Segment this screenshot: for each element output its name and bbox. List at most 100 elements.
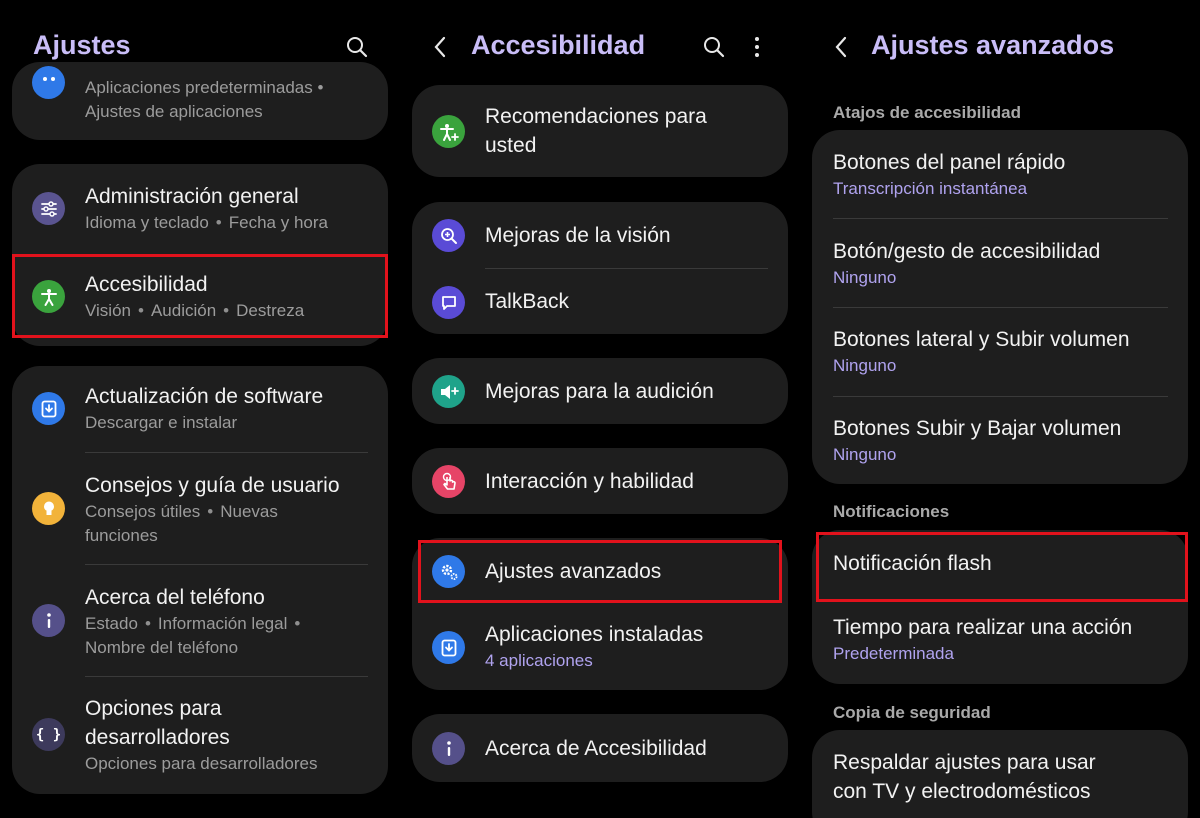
back-button[interactable] (824, 30, 858, 64)
software-update-item[interactable]: Actualización de software Descargar e in… (12, 366, 388, 452)
interaction-item[interactable]: Interacción y habilidad (412, 448, 788, 514)
advanced-settings-panel: Ajustes avanzados Atajos de accesibilida… (800, 0, 1200, 818)
recommend-title-1: Recomendaciones para (485, 105, 707, 128)
back-arrow-icon (434, 36, 446, 58)
hand-touch-icon (432, 465, 465, 498)
apps-settings-item[interactable]: Aplicaciones predeterminadas • Ajustes d… (12, 62, 388, 140)
magnifier-plus-icon (432, 219, 465, 252)
side-volume-item[interactable]: Botones lateral y Subir volumen Ninguno (812, 308, 1188, 396)
backup-title-1: Respaldar ajustes para usar (833, 751, 1096, 774)
apps-card: Aplicaciones predeterminadas • Ajustes d… (12, 62, 388, 140)
more-vertical-icon (755, 37, 759, 57)
general-management-item[interactable]: Administración general Idioma y teclado •… (12, 164, 388, 252)
hearing-card: Mejoras para la audición (412, 358, 788, 424)
backup-card: Respaldar ajustes para usar con TV y ele… (812, 730, 1188, 818)
info-icon (432, 732, 465, 765)
sliders-icon (32, 192, 65, 225)
speech-bubble-icon (432, 286, 465, 319)
apps-icon (32, 66, 65, 99)
accessibility-sub-1: Visión (85, 301, 131, 320)
quick-panel-sub: Transcripción instantánea (833, 179, 1028, 198)
more-options-button[interactable] (740, 30, 774, 64)
speaker-plus-icon (432, 375, 465, 408)
vision-item[interactable]: Mejoras de la visión (412, 202, 788, 268)
lightbulb-icon (32, 492, 65, 525)
about-sub-3: Nombre del teléfono (85, 638, 239, 657)
vol-up-down-sub: Ninguno (833, 445, 897, 464)
search-button[interactable] (340, 30, 374, 64)
interaction-card: Interacción y habilidad (412, 448, 788, 514)
dev-title-1: Opciones para (85, 697, 222, 720)
general-sub-1: Idioma y teclado (85, 213, 209, 232)
developer-options-item[interactable]: { } Opciones para desarrolladores Opcion… (12, 678, 388, 790)
search-button[interactable] (697, 30, 731, 64)
system-card: Actualización de software Descargar e in… (12, 366, 388, 794)
advanced-settings-item[interactable]: Ajustes avanzados (412, 538, 788, 604)
shortcuts-card: Botones del panel rápido Transcripción i… (812, 130, 1188, 484)
flash-notification-item[interactable]: Notificación flash (812, 530, 1188, 596)
section-notifications: Notificaciones (833, 502, 950, 521)
download-box-icon (432, 631, 465, 664)
side-vol-title: Botones lateral y Subir volumen (833, 328, 1130, 351)
installed-sub: 4 aplicaciones (485, 651, 593, 670)
tips-item[interactable]: Consejos y guía de usuario Consejos útil… (12, 454, 388, 564)
action-time-sub: Predeterminada (833, 644, 954, 663)
page-title: Ajustes (33, 30, 131, 60)
interaction-title: Interacción y habilidad (485, 470, 694, 493)
about-phone-item[interactable]: Acerca del teléfono Estado • Información l… (12, 566, 388, 676)
hearing-item[interactable]: Mejoras para la audición (412, 358, 788, 424)
dev-title-2: desarrolladores (85, 726, 230, 749)
action-time-title: Tiempo para realizar una acción (833, 616, 1133, 639)
section-backup: Copia de seguridad (833, 703, 991, 722)
divider (85, 676, 368, 677)
tips-sub-1: Consejos útiles (85, 502, 201, 521)
about-accessibility-item[interactable]: Acerca de Accesibilidad (412, 714, 788, 782)
gesture-title: Botón/gesto de accesibilidad (833, 240, 1101, 263)
vision-title: Mejoras de la visión (485, 224, 671, 247)
volume-up-down-item[interactable]: Botones Subir y Bajar volumen Ninguno (812, 397, 1188, 484)
about-accessibility-title: Acerca de Accesibilidad (485, 737, 707, 760)
back-button[interactable] (423, 30, 457, 64)
dev-sub: Opciones para desarrolladores (85, 754, 318, 773)
accessibility-item[interactable]: Accesibilidad Visión • Audición • Destreza (12, 254, 388, 342)
tips-title: Consejos y guía de usuario (85, 474, 340, 497)
about-sub-1: Estado (85, 614, 138, 633)
vol-up-down-title: Botones Subir y Bajar volumen (833, 417, 1122, 440)
code-braces-icon: { } (32, 718, 65, 751)
talkback-title: TalkBack (485, 290, 570, 313)
backup-title-2: con TV y electrodomésticos (833, 780, 1091, 803)
accessibility-sub-3: Destreza (236, 301, 305, 320)
about-card: Acerca de Accesibilidad (412, 714, 788, 782)
accessibility-gesture-item[interactable]: Botón/gesto de accesibilidad Ninguno (812, 219, 1188, 307)
backup-settings-item[interactable]: Respaldar ajustes para usar con TV y ele… (812, 730, 1188, 818)
software-update-icon (32, 392, 65, 425)
section-shortcuts: Atajos de accesibilidad (833, 103, 1022, 122)
about-sub-2: Información legal (157, 614, 288, 633)
recommendations-item[interactable]: Recomendaciones para usted (412, 85, 788, 177)
page-title: Ajustes avanzados (871, 30, 1115, 60)
general-sub-2: Fecha y hora (228, 213, 328, 232)
vision-card: Mejoras de la visión TalkBack (412, 202, 788, 334)
search-icon (704, 37, 725, 58)
software-sub: Descargar e instalar (85, 413, 238, 432)
talkback-item[interactable]: TalkBack (412, 269, 788, 334)
hearing-title: Mejoras para la audición (485, 380, 714, 403)
info-icon (32, 604, 65, 637)
apps-subtitle-2: Ajustes de aplicaciones (85, 102, 263, 121)
about-title: Acerca del teléfono (85, 586, 265, 609)
quick-panel-title: Botones del panel rápido (833, 151, 1066, 174)
notifications-card: Notificación flash Tiempo para realizar … (812, 530, 1188, 684)
installed-apps-item[interactable]: Aplicaciones instaladas 4 aplicaciones (412, 606, 788, 690)
installed-title: Aplicaciones instaladas (485, 623, 704, 646)
settings-panel: Ajustes Aplicaciones predeterminadas • A… (0, 0, 400, 818)
software-title: Actualización de software (85, 385, 324, 408)
quick-panel-buttons-item[interactable]: Botones del panel rápido Transcripción i… (812, 130, 1188, 218)
advanced-card: Ajustes avanzados Aplicaciones instalada… (412, 538, 788, 690)
general-title: Administración general (85, 185, 299, 208)
gesture-sub: Ninguno (833, 268, 897, 287)
tips-sub-3: funciones (85, 526, 158, 545)
action-time-item[interactable]: Tiempo para realizar una acción Predeter… (812, 598, 1188, 684)
back-arrow-icon (835, 36, 847, 58)
apps-subtitle-1: Aplicaciones predeterminadas • (85, 78, 324, 97)
gears-icon (432, 555, 465, 588)
